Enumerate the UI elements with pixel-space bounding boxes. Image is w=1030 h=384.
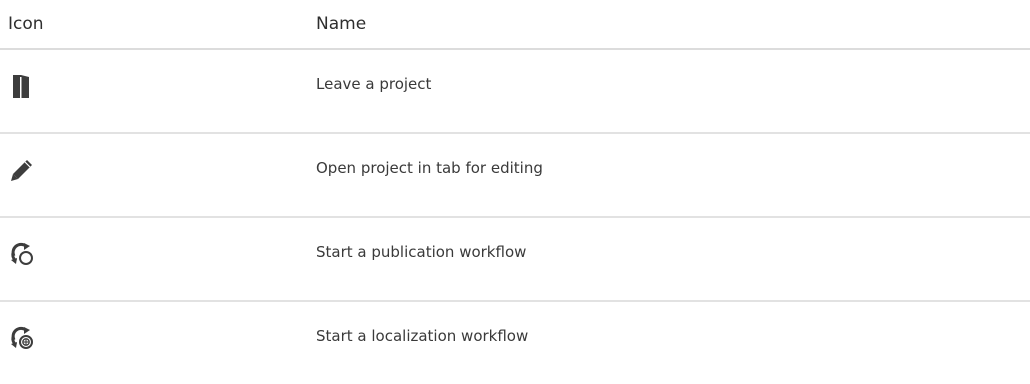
name-cell: Start a publication workflow bbox=[316, 217, 1030, 302]
column-header-name: Name bbox=[316, 0, 1030, 50]
icon-cell bbox=[0, 133, 316, 218]
localization-workflow-icon bbox=[9, 325, 35, 351]
icon-reference-table: Icon Name Leave a project Open project i… bbox=[0, 0, 1030, 384]
icon-cell bbox=[0, 301, 316, 384]
column-header-icon: Icon bbox=[0, 0, 316, 50]
table-row: Open project in tab for editing bbox=[0, 133, 1030, 218]
leave-project-door-icon bbox=[9, 73, 35, 99]
table-row: Start a publication workflow bbox=[0, 217, 1030, 302]
table-header-row: Icon Name bbox=[0, 0, 1030, 50]
icon-cell bbox=[0, 217, 316, 302]
icon-cell bbox=[0, 49, 316, 134]
row-name-label: Open project in tab for editing bbox=[316, 159, 543, 177]
row-name-label: Start a localization workflow bbox=[316, 327, 529, 345]
row-name-label: Start a publication workflow bbox=[316, 243, 527, 261]
table-row: Start a localization workflow bbox=[0, 301, 1030, 384]
publication-workflow-icon bbox=[9, 241, 35, 267]
name-cell: Leave a project bbox=[316, 49, 1030, 134]
name-cell: Start a localization workflow bbox=[316, 301, 1030, 384]
pencil-edit-icon bbox=[9, 157, 35, 183]
row-name-label: Leave a project bbox=[316, 75, 432, 93]
table-row: Leave a project bbox=[0, 49, 1030, 134]
name-cell: Open project in tab for editing bbox=[316, 133, 1030, 218]
